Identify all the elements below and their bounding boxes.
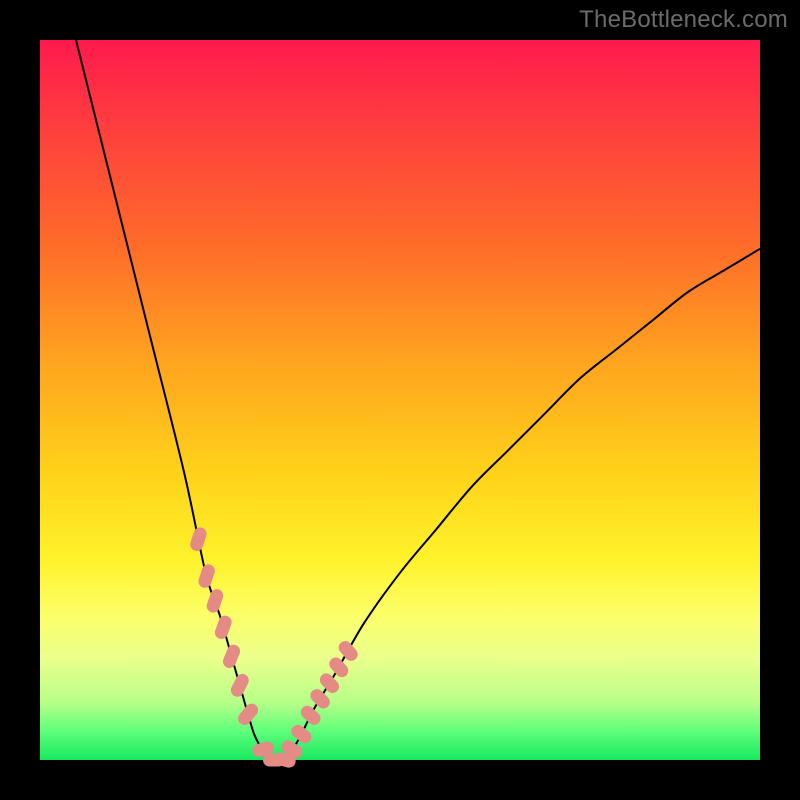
watermark-text: TheBottleneck.com [579,6,788,34]
highlight-dash [197,563,217,590]
highlight-dashes [189,526,361,769]
bottleneck-curve [76,40,760,763]
highlight-dash [213,614,233,641]
bottleneck-curve-svg [40,40,760,760]
chart-frame: TheBottleneck.com [0,0,800,800]
highlight-dash [235,701,260,728]
highlight-dash [205,587,225,614]
highlight-dash [189,526,209,553]
highlight-dash [229,672,251,699]
plot-area [40,40,760,760]
highlight-dash [221,643,242,670]
